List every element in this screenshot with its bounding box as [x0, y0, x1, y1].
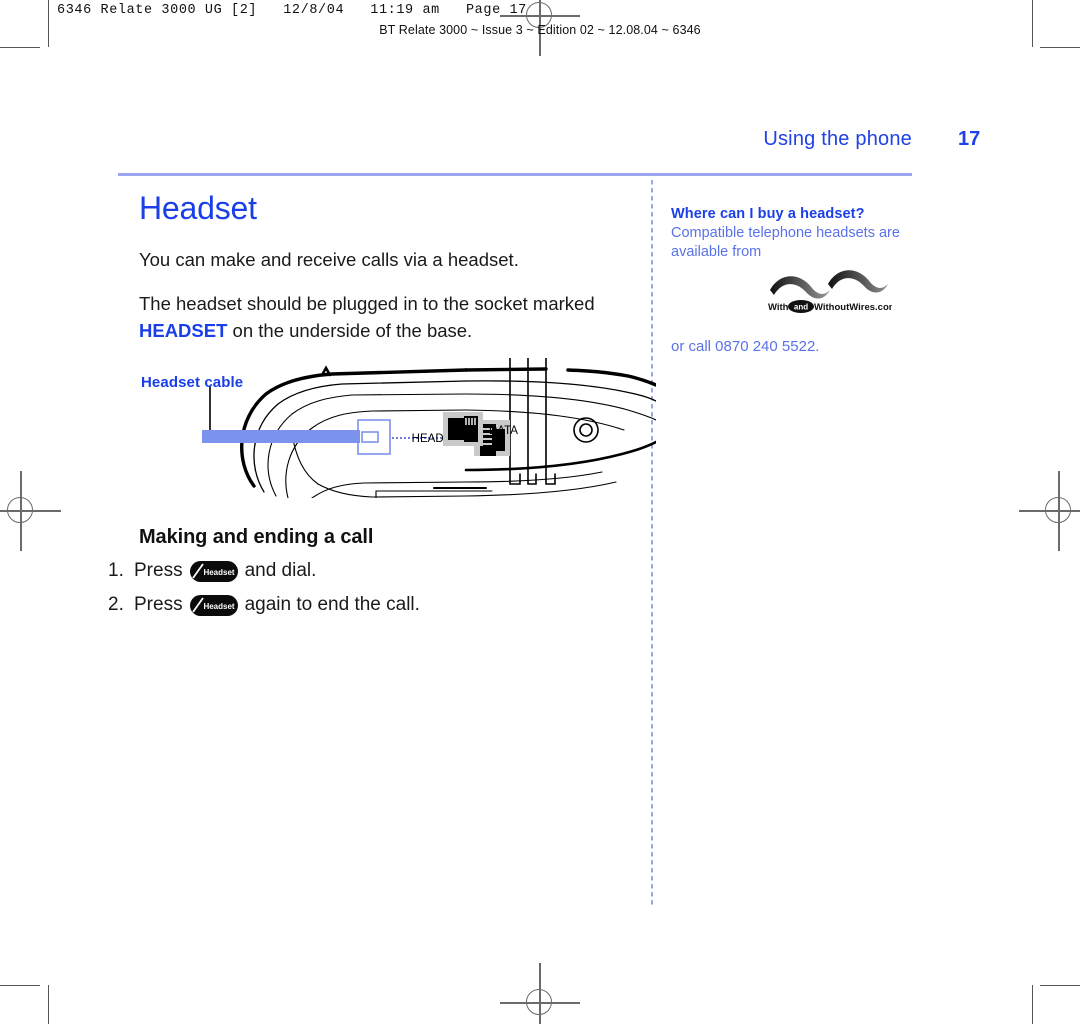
prepress-slug-left: 6346 Relate 3000 UG [2] 12/8/04 11:19 am…	[57, 3, 527, 18]
diagram-data-port-label: DATA	[489, 425, 518, 437]
sidebar-body: Compatible telephone headsets are availa…	[671, 225, 900, 261]
registration-mark-right	[1019, 471, 1080, 551]
intro-paragraph: You can make and receive calls via a hea…	[139, 249, 519, 270]
registration-mark-bottom	[500, 963, 580, 1024]
step-number: 2.	[108, 594, 124, 615]
trim-mark-right-bottom	[1032, 985, 1033, 1024]
list-item: 2. Press Headset again to end the call.	[108, 594, 628, 616]
trim-mark-topleft-horizontal	[0, 47, 40, 48]
step-text-after: and dial.	[244, 560, 317, 581]
withandwithoutwires-logo: With and WithoutWires.com	[766, 268, 892, 316]
rj-connector	[348, 419, 391, 455]
steps-list: 1. Press Headset and dial. 2. Press Head…	[108, 560, 628, 628]
svg-text:Headset: Headset	[203, 568, 234, 577]
column-divider	[651, 180, 653, 908]
screw-hole-icon	[573, 417, 599, 443]
sidebar-heading: Where can I buy a headset?	[671, 206, 865, 222]
page-number: 17	[958, 128, 981, 150]
logo-text-part1: With	[768, 302, 789, 313]
logo-text-badge: and	[794, 303, 808, 312]
logo-wave-left	[770, 276, 830, 299]
trim-mark-bottomleft-horizontal	[0, 985, 40, 986]
main-column: Headset You can make and receive calls v…	[139, 190, 619, 361]
step-text-after: again to end the call.	[244, 594, 420, 615]
registration-mark-left	[0, 471, 61, 551]
base-underside-diagram: HEADSET DATA Headset cable	[136, 358, 656, 498]
document-page: 6346 Relate 3000 UG [2] 12/8/04 11:19 am…	[0, 0, 1080, 1024]
step-number: 1.	[108, 560, 124, 581]
trim-mark-topright-horizontal	[1040, 47, 1080, 48]
headset-cable	[202, 430, 362, 443]
diagram-cable-label: Headset cable	[141, 374, 244, 391]
sidebar-phone-line: or call 0870 240 5522.	[671, 338, 820, 356]
step-text-before: Press	[134, 594, 183, 615]
socket-text-before: The headset should be plugged in to the …	[139, 292, 595, 314]
data-port-group: DATA	[443, 412, 518, 446]
step-text-before: Press	[134, 560, 183, 581]
sidebar-faq: Where can I buy a headset? Compatible te…	[671, 206, 916, 355]
headset-key-icon: Headset	[189, 594, 238, 616]
subheading-making-ending-call: Making and ending a call	[139, 526, 374, 548]
list-item: 1. Press Headset and dial.	[108, 560, 628, 582]
headset-key-icon: Headset	[189, 560, 238, 582]
trim-mark-left-bottom	[48, 985, 49, 1024]
socket-paragraph: The headset should be plugged in to the …	[139, 291, 619, 345]
header-rule	[118, 173, 912, 176]
logo-text-part2: WithoutWires.com	[814, 302, 892, 313]
logo-wave-right	[828, 270, 888, 293]
prepress-slug-center: BT Relate 3000 ~ Issue 3 ~ Edition 02 ~ …	[379, 23, 701, 37]
socket-text-after: on the underside of the base.	[227, 319, 473, 341]
svg-text:Headset: Headset	[203, 602, 234, 611]
page-title: Headset	[139, 190, 257, 226]
headset-keyword: HEADSET	[139, 319, 228, 341]
running-head-section: Using the phone	[763, 128, 912, 150]
trim-mark-bottomright-horizontal	[1040, 985, 1080, 986]
